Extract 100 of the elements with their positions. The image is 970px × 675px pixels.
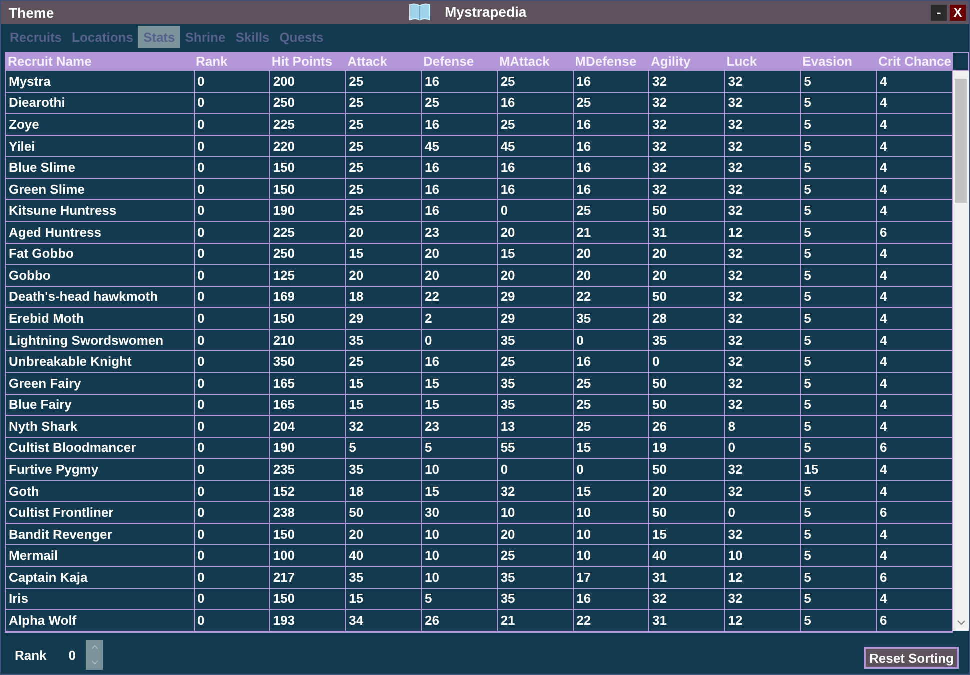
table-cell: 35 xyxy=(497,566,574,588)
table-cell: 16 xyxy=(421,71,498,92)
table-cell: Aged Huntress xyxy=(6,222,194,244)
table-cell: 250 xyxy=(270,92,346,114)
table-cell: 25 xyxy=(573,416,649,438)
table-cell: 17 xyxy=(573,566,649,588)
table-cell: 5 xyxy=(800,544,876,566)
table-cell: 32 xyxy=(648,114,725,136)
minimize-button[interactable]: - xyxy=(931,4,947,20)
table-cell: 23 xyxy=(421,222,498,244)
table-cell: 32 xyxy=(724,458,801,480)
table-cell: 28 xyxy=(648,308,725,330)
table-cell: Goth xyxy=(6,480,194,502)
table-cell: 5 xyxy=(800,114,876,136)
table-cell: 5 xyxy=(800,437,876,459)
table-cell: Death's-head hawkmoth xyxy=(6,286,194,308)
table-cell: 25 xyxy=(497,114,574,136)
column-header[interactable]: Luck xyxy=(724,52,801,72)
table-cell: 200 xyxy=(270,71,346,92)
column-header[interactable]: MAttack xyxy=(497,52,574,72)
column-header[interactable]: Hit Points xyxy=(270,52,346,72)
table-cell: 15 xyxy=(573,437,649,459)
table-cell: 32 xyxy=(724,308,801,330)
table-cell: 0 xyxy=(194,523,270,545)
table-cell: 32 xyxy=(724,92,801,114)
column-header[interactable]: MDefense xyxy=(573,52,649,72)
table-cell: 32 xyxy=(724,114,801,136)
tab[interactable]: Quests xyxy=(274,26,329,48)
table-cell: 16 xyxy=(421,178,498,200)
table-cell: 0 xyxy=(194,372,270,394)
table-cell: 25 xyxy=(573,92,649,114)
table-cell: 238 xyxy=(270,502,346,524)
table-cell: 165 xyxy=(270,372,346,394)
table-cell: 0 xyxy=(194,114,270,136)
table-cell: Blue Slime xyxy=(6,156,194,178)
table-cell: 50 xyxy=(648,502,725,524)
table-cell: 0 xyxy=(724,502,801,524)
table-cell: 16 xyxy=(421,156,498,178)
table-cell: 32 xyxy=(724,71,801,92)
table-cell: Green Fairy xyxy=(6,372,194,394)
table-cell: 13 xyxy=(497,416,574,438)
column-header[interactable]: Attack xyxy=(346,52,422,72)
table-cell: 35 xyxy=(497,588,574,610)
table-cell: 10 xyxy=(724,544,801,566)
table-cell: 45 xyxy=(421,135,498,157)
table-cell: 0 xyxy=(194,329,270,351)
scrollbar-thumb[interactable] xyxy=(955,79,967,203)
table-cell: 5 xyxy=(346,437,422,459)
table-cell: 5 xyxy=(800,178,876,200)
table-cell: 20 xyxy=(648,480,725,502)
table-cell: 15 xyxy=(421,372,498,394)
tab[interactable]: Locations xyxy=(67,26,138,48)
column-header[interactable]: Defense xyxy=(421,52,498,72)
column-header[interactable]: Agility xyxy=(648,52,725,72)
column-header[interactable]: Crit Chance xyxy=(876,52,952,72)
table-cell: 35 xyxy=(497,394,574,416)
table-cell: 5 xyxy=(800,92,876,114)
table-cell: 32 xyxy=(724,264,801,286)
table-cell: 225 xyxy=(270,222,346,244)
table-cell: 15 xyxy=(346,372,422,394)
theme-menu[interactable]: Theme xyxy=(1,4,54,20)
table-cell: 35 xyxy=(573,308,649,330)
table-cell: 29 xyxy=(497,308,574,330)
tab[interactable]: Recruits xyxy=(5,26,68,48)
reset-sorting-button[interactable]: Reset Sorting xyxy=(864,647,959,669)
table-cell: 23 xyxy=(421,416,498,438)
column-header[interactable]: Recruit Name xyxy=(6,52,194,72)
table-cell: 5 xyxy=(800,329,876,351)
table-cell: Kitsune Huntress xyxy=(6,200,194,222)
table-cell: 5 xyxy=(800,502,876,524)
tab[interactable]: Shrine xyxy=(180,26,231,48)
scroll-down-icon[interactable] xyxy=(956,620,966,626)
column-header[interactable]: Rank xyxy=(194,52,270,72)
table-cell: 32 xyxy=(724,178,801,200)
scrollbar[interactable] xyxy=(953,71,969,631)
table-cell: 10 xyxy=(421,523,498,545)
table-cell: 16 xyxy=(421,114,498,136)
table-cell: 0 xyxy=(194,588,270,610)
table-cell: 25 xyxy=(346,114,422,136)
column-header[interactable]: Evasion xyxy=(800,52,876,72)
table-cell: 32 xyxy=(724,350,801,372)
table-cell: 35 xyxy=(346,329,422,351)
table-cell: 32 xyxy=(724,200,801,222)
table-cell: 20 xyxy=(346,222,422,244)
rank-label: Rank xyxy=(15,648,47,662)
table-cell: 150 xyxy=(270,178,346,200)
table-cell: Cultist Frontliner xyxy=(6,502,194,524)
tab[interactable]: Skills xyxy=(230,26,275,48)
spin-button[interactable] xyxy=(86,640,104,670)
table-cell: Nyth Shark xyxy=(6,416,194,438)
table-cell: 15 xyxy=(573,480,649,502)
table-cell: 0 xyxy=(194,264,270,286)
table-cell: 210 xyxy=(270,329,346,351)
caret-up-icon[interactable] xyxy=(90,645,99,650)
table-cell: 10 xyxy=(573,523,649,545)
close-button[interactable]: X xyxy=(950,4,966,20)
table-cell: 50 xyxy=(648,200,725,222)
table-cell: 32 xyxy=(648,156,725,178)
caret-down-icon[interactable] xyxy=(90,660,99,665)
table-cell: 0 xyxy=(194,458,270,480)
